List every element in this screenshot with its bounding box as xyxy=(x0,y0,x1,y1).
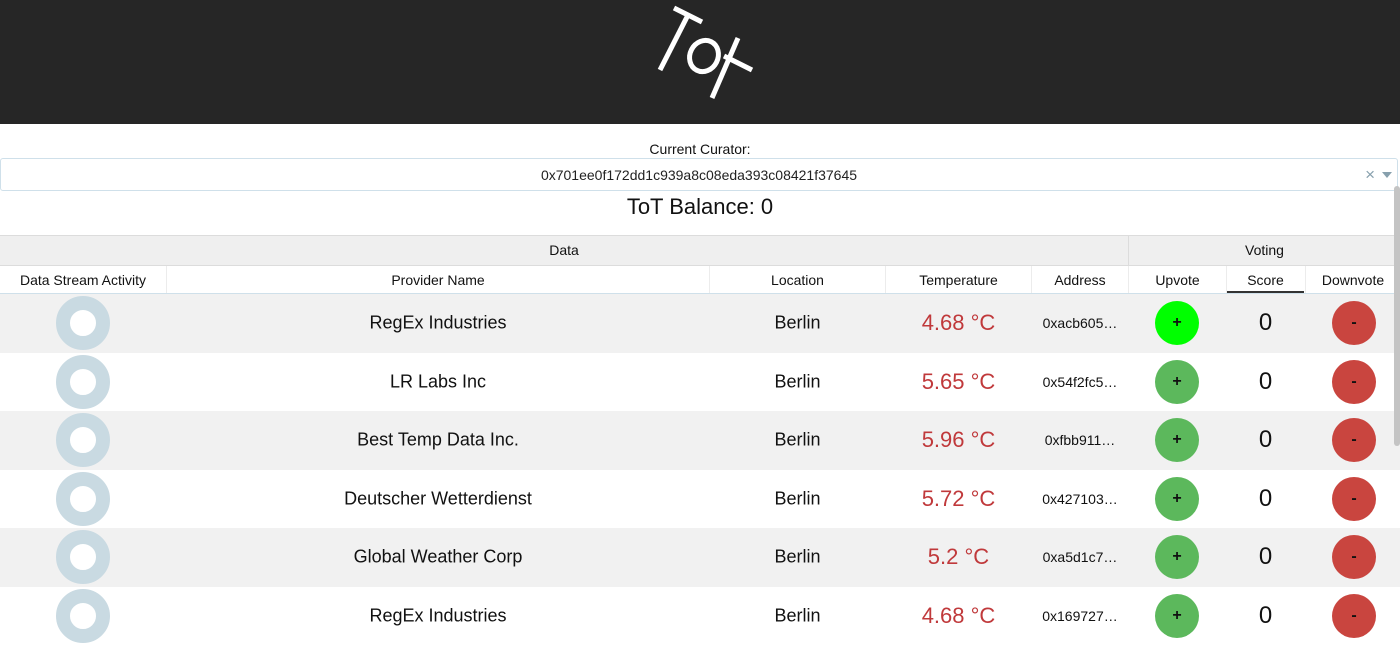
score-sort-indicator xyxy=(1227,291,1304,293)
column-header-location[interactable]: Location xyxy=(710,272,885,288)
provider-address[interactable]: 0xfbb911… xyxy=(1032,432,1128,448)
temperature: 5.72 °C xyxy=(886,486,1031,512)
provider-name: RegEx Industries xyxy=(167,313,709,334)
location: Berlin xyxy=(710,547,885,568)
temperature: 5.65 °C xyxy=(886,369,1031,395)
score-value: 0 xyxy=(1227,426,1304,454)
tot-balance: ToT Balance: 0 xyxy=(0,194,1400,220)
table-row: Deutscher Wetterdienst Berlin 5.72 °C 0x… xyxy=(0,470,1400,529)
downvote-button[interactable]: - xyxy=(1332,301,1376,345)
score-value: 0 xyxy=(1227,543,1304,571)
chevron-down-icon[interactable] xyxy=(1382,172,1392,178)
temperature: 5.2 °C xyxy=(886,544,1031,570)
tot-logo-icon[interactable] xyxy=(652,0,762,110)
temperature: 5.96 °C xyxy=(886,427,1031,453)
provider-address[interactable]: 0x169727… xyxy=(1032,608,1128,624)
provider-name: Deutscher Wetterdienst xyxy=(167,488,709,509)
table-row: LR Labs Inc Berlin 5.65 °C 0x54f2fc5… + … xyxy=(0,353,1400,412)
location: Berlin xyxy=(710,488,885,509)
upvote-button[interactable]: + xyxy=(1155,301,1199,345)
upvote-button[interactable]: + xyxy=(1155,594,1199,638)
column-header-provider[interactable]: Provider Name xyxy=(167,272,709,288)
data-stream-activity-icon xyxy=(56,530,110,584)
location: Berlin xyxy=(710,605,885,626)
curator-address-value: 0x701ee0f172dd1c939a8c08eda393c08421f376… xyxy=(1,167,1397,183)
column-header-score[interactable]: Score xyxy=(1227,272,1304,288)
curator-select[interactable]: 0x701ee0f172dd1c939a8c08eda393c08421f376… xyxy=(0,158,1398,191)
current-curator-label: Current Curator: xyxy=(0,141,1400,157)
table-row: Best Temp Data Inc. Berlin 5.96 °C 0xfbb… xyxy=(0,411,1400,470)
temperature: 4.68 °C xyxy=(886,603,1031,629)
table-column-header: Data Stream Activity Provider Name Locat… xyxy=(0,266,1400,294)
column-header-downvote[interactable]: Downvote xyxy=(1306,272,1400,288)
temperature: 4.68 °C xyxy=(886,310,1031,336)
upvote-button[interactable]: + xyxy=(1155,535,1199,579)
column-header-upvote[interactable]: Upvote xyxy=(1129,272,1226,288)
clear-icon[interactable]: × xyxy=(1365,165,1375,185)
score-value: 0 xyxy=(1227,309,1304,337)
score-value: 0 xyxy=(1227,485,1304,513)
location: Berlin xyxy=(710,313,885,334)
data-stream-activity-icon xyxy=(56,472,110,526)
downvote-button[interactable]: - xyxy=(1332,360,1376,404)
upvote-button[interactable]: + xyxy=(1155,360,1199,404)
data-stream-activity-icon xyxy=(56,413,110,467)
downvote-button[interactable]: - xyxy=(1332,418,1376,462)
column-header-temperature[interactable]: Temperature xyxy=(886,272,1031,288)
table-body: RegEx Industries Berlin 4.68 °C 0xacb605… xyxy=(0,294,1400,645)
app-header xyxy=(0,0,1400,124)
provider-address[interactable]: 0x54f2fc5… xyxy=(1032,374,1128,390)
provider-address[interactable]: 0xa5d1c7… xyxy=(1032,549,1128,565)
downvote-button[interactable]: - xyxy=(1332,477,1376,521)
column-header-activity[interactable]: Data Stream Activity xyxy=(0,272,166,288)
data-stream-activity-icon xyxy=(56,589,110,643)
provider-address[interactable]: 0x427103… xyxy=(1032,491,1128,507)
provider-name: RegEx Industries xyxy=(167,605,709,626)
score-value: 0 xyxy=(1227,368,1304,396)
data-stream-activity-icon xyxy=(56,296,110,350)
provider-name: LR Labs Inc xyxy=(167,371,709,392)
provider-name: Global Weather Corp xyxy=(167,547,709,568)
table-row: RegEx Industries Berlin 4.68 °C 0x169727… xyxy=(0,587,1400,645)
score-value: 0 xyxy=(1227,602,1304,630)
column-header-address[interactable]: Address xyxy=(1032,272,1128,288)
table-row: Global Weather Corp Berlin 5.2 °C 0xa5d1… xyxy=(0,528,1400,587)
data-table: Data Voting Data Stream Activity Provide… xyxy=(0,235,1400,645)
data-stream-activity-icon xyxy=(56,355,110,409)
group-header-voting: Voting xyxy=(1129,242,1400,258)
scrollbar[interactable] xyxy=(1394,186,1400,446)
provider-address[interactable]: 0xacb605… xyxy=(1032,315,1128,331)
table-group-header: Data Voting xyxy=(0,235,1400,266)
upvote-button[interactable]: + xyxy=(1155,418,1199,462)
location: Berlin xyxy=(710,371,885,392)
location: Berlin xyxy=(710,430,885,451)
upvote-button[interactable]: + xyxy=(1155,477,1199,521)
table-row: RegEx Industries Berlin 4.68 °C 0xacb605… xyxy=(0,294,1400,353)
downvote-button[interactable]: - xyxy=(1332,535,1376,579)
group-header-data: Data xyxy=(0,242,1128,258)
provider-name: Best Temp Data Inc. xyxy=(167,430,709,451)
downvote-button[interactable]: - xyxy=(1332,594,1376,638)
